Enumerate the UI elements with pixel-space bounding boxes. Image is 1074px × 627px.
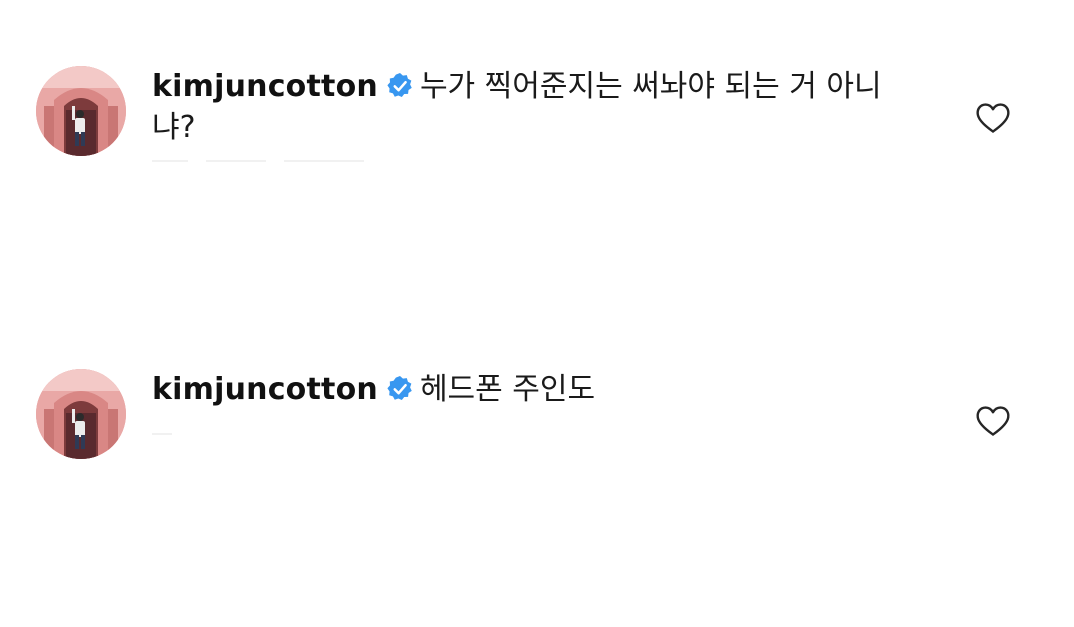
verified-badge-icon bbox=[387, 376, 412, 401]
comment-text: 헤드폰 주인도 bbox=[419, 372, 596, 407]
comment-body: kimjuncotton 헤드폰 주인도 bbox=[152, 369, 912, 410]
comment-item: kimjuncotton 누가 찍어준지는 써놔야 되는 거 아니냐? bbox=[0, 66, 1074, 266]
verified-badge-icon bbox=[387, 73, 412, 98]
avatar[interactable] bbox=[36, 66, 126, 156]
username-link[interactable]: kimjuncotton bbox=[152, 69, 378, 104]
profile-photo-icon bbox=[36, 66, 126, 156]
heart-outline-icon[interactable] bbox=[975, 405, 1011, 437]
comment-meta-row bbox=[152, 160, 452, 163]
avatar[interactable] bbox=[36, 369, 126, 459]
heart-outline-icon[interactable] bbox=[975, 102, 1011, 134]
comment-body: kimjuncotton 누가 찍어준지는 써놔야 되는 거 아니냐? bbox=[152, 66, 912, 148]
comment-item: kimjuncotton 헤드폰 주인도 bbox=[0, 369, 1074, 569]
comment-meta-row bbox=[152, 433, 452, 436]
username-link[interactable]: kimjuncotton bbox=[152, 372, 378, 407]
profile-photo-icon bbox=[36, 369, 126, 459]
